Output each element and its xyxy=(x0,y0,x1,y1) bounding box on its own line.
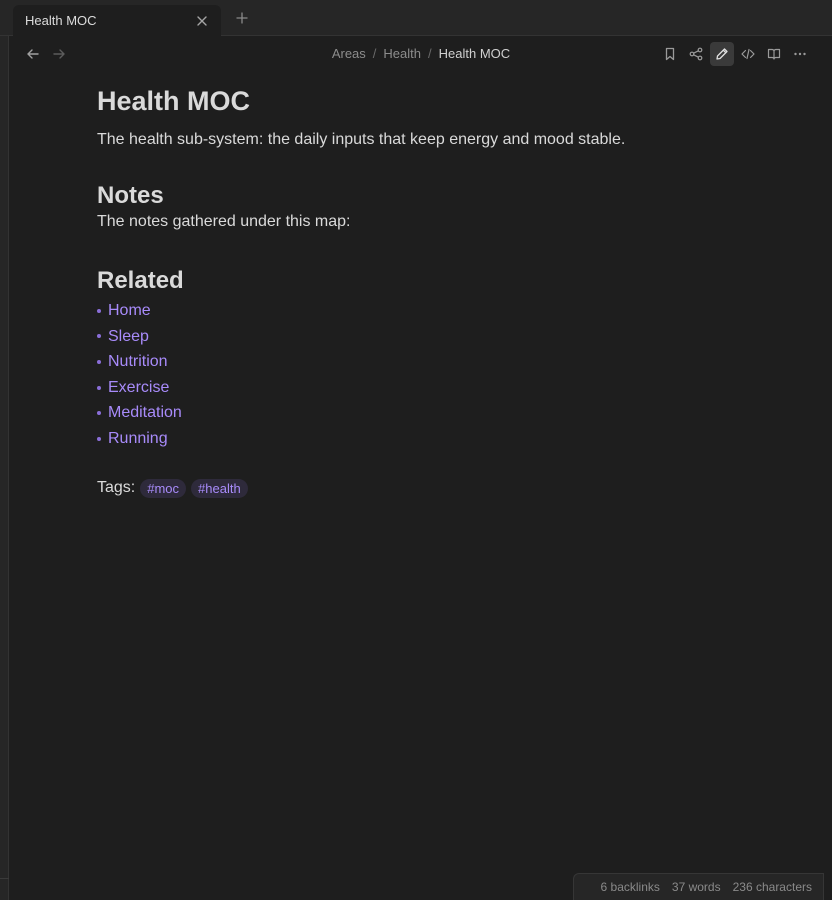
breadcrumb-item-health[interactable]: Health xyxy=(383,46,421,61)
close-icon[interactable] xyxy=(195,14,209,28)
breadcrumb-current[interactable]: Health MOC xyxy=(439,46,511,61)
backlinks-count[interactable]: 6 backlinks xyxy=(601,880,660,894)
link-running[interactable]: Running xyxy=(108,426,168,452)
link-sleep[interactable]: Sleep xyxy=(108,324,149,350)
tab-health-moc[interactable]: Health MOC xyxy=(13,5,221,36)
link-meditation[interactable]: Meditation xyxy=(108,400,182,426)
list-item: Running xyxy=(97,426,757,452)
tags-label: Tags: xyxy=(97,479,136,497)
list-item: Exercise xyxy=(97,375,757,401)
related-heading: Related xyxy=(97,267,184,294)
tag-health[interactable]: #health xyxy=(191,478,248,498)
app-window: Health MOC Areas / Health / Health MOC H… xyxy=(0,0,832,900)
status-bar: 6 backlinks 37 words 236 characters xyxy=(573,873,824,900)
breadcrumb-separator: / xyxy=(372,46,377,61)
left-sidebar-edge xyxy=(0,36,9,900)
word-count: 37 words xyxy=(671,880,721,894)
list-item: Meditation xyxy=(97,400,757,426)
notes-heading: Notes xyxy=(97,182,164,209)
tag-moc[interactable]: #moc xyxy=(140,478,187,498)
intro-paragraph: The health sub-system: the daily inputs … xyxy=(97,131,626,148)
plus-icon[interactable] xyxy=(232,8,252,28)
list-item: Nutrition xyxy=(97,349,757,375)
share-icon[interactable] xyxy=(684,42,708,66)
note-content: Health MOC The health sub-system: the da… xyxy=(97,84,757,498)
bullet xyxy=(97,385,101,390)
code-icon[interactable] xyxy=(736,42,760,66)
view-header: Areas / Health / Health MOC xyxy=(10,36,832,72)
related-links-list: Home Sleep Nutrition Exercise Meditation… xyxy=(97,298,757,452)
character-count: 236 characters xyxy=(732,880,812,894)
link-home[interactable]: Home xyxy=(108,298,151,324)
tab-title: Health MOC xyxy=(25,13,97,28)
link-nutrition[interactable]: Nutrition xyxy=(108,349,168,375)
bullet xyxy=(97,334,101,339)
note-title: Health MOC xyxy=(97,86,251,116)
pencil-icon[interactable] xyxy=(710,42,734,66)
list-item: Home xyxy=(97,298,757,324)
breadcrumb-item-areas[interactable]: Areas xyxy=(332,46,366,61)
breadcrumb-separator: / xyxy=(428,46,432,61)
link-exercise[interactable]: Exercise xyxy=(108,375,169,401)
bullet xyxy=(97,411,101,416)
bullet xyxy=(97,359,101,364)
bookmark-icon[interactable] xyxy=(658,42,682,66)
bullet xyxy=(97,308,101,313)
more-horizontal-icon[interactable] xyxy=(788,42,812,66)
notes-paragraph: The notes gathered under this map: xyxy=(97,213,351,230)
tags-row: Tags: #moc #health xyxy=(97,478,757,498)
tab-bar: Health MOC xyxy=(0,0,832,36)
list-item: Sleep xyxy=(97,324,757,350)
book-open-icon[interactable] xyxy=(762,42,786,66)
view-actions xyxy=(658,42,814,66)
bullet xyxy=(97,436,101,441)
